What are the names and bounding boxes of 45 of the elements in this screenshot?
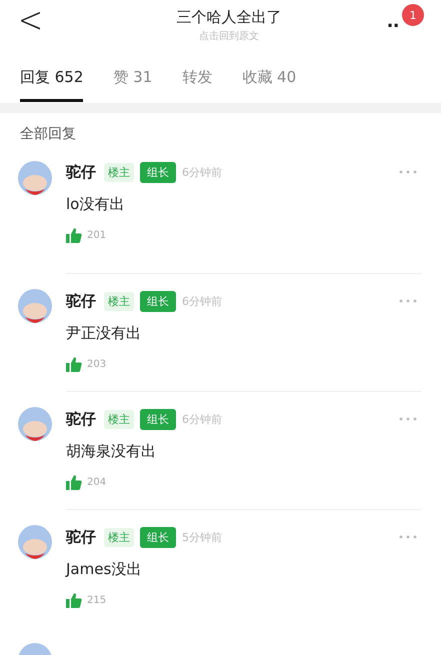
back-button[interactable]: < (14, 3, 48, 39)
notification-badge: 1 (402, 4, 424, 26)
role-tag: 楼主 (104, 162, 134, 182)
role-tag: 组长 (140, 526, 176, 548)
more-button[interactable]: .. (387, 10, 400, 30)
comment-text: James没出 (66, 560, 142, 579)
tab[interactable]: 收藏 40 (242, 64, 296, 102)
comment-text: lo没有出 (66, 195, 126, 214)
more-icon[interactable] (399, 170, 417, 174)
thumbs-up-icon[interactable] (66, 593, 82, 608)
section-title: 全部回复 (19, 125, 77, 144)
back-to-post-link[interactable]: 点击回到原文 (199, 29, 260, 43)
role-tag: 楼主 (104, 292, 134, 310)
author-name: 驼仔 (66, 410, 96, 428)
more-icon[interactable] (399, 535, 417, 539)
author-name: 驼仔 (66, 528, 96, 546)
like-count: 215 (87, 595, 106, 606)
more-icon[interactable] (399, 417, 417, 421)
comment-time: 6分钟前 (182, 164, 222, 180)
role-tag: 组长 (140, 408, 176, 430)
comment-time: 6分钟前 (182, 294, 222, 308)
thumbs-up-icon[interactable] (66, 475, 82, 490)
thumbs-up-icon[interactable] (66, 357, 82, 372)
role-tag: 组长 (140, 290, 176, 312)
avatar-icon (18, 525, 52, 559)
author-name: 驼仔 (66, 292, 96, 310)
avatar-icon (18, 289, 52, 323)
avatar-icon (18, 407, 52, 441)
comment-time: 6分钟前 (182, 412, 222, 426)
role-tag: 楼主 (104, 528, 134, 546)
like-count: 201 (87, 230, 106, 241)
comment-text: 胡海泉没有出 (66, 442, 157, 461)
role-tag: 楼主 (104, 410, 134, 428)
comment-time: 5分钟前 (182, 530, 222, 544)
tab[interactable]: 转发 (182, 64, 212, 102)
tab[interactable]: 赞 31 (113, 64, 152, 102)
comment-text: 尹正没有出 (66, 324, 142, 343)
role-tag: 组长 (140, 162, 176, 182)
post-title: 三个哈人全出了 (176, 8, 282, 27)
like-count: 203 (87, 359, 106, 370)
author-name: 驼仔 (66, 162, 96, 182)
avatar-icon (18, 161, 52, 195)
more-icon[interactable] (399, 299, 417, 303)
thumbs-up-icon[interactable] (66, 228, 82, 243)
like-count: 204 (87, 477, 106, 488)
